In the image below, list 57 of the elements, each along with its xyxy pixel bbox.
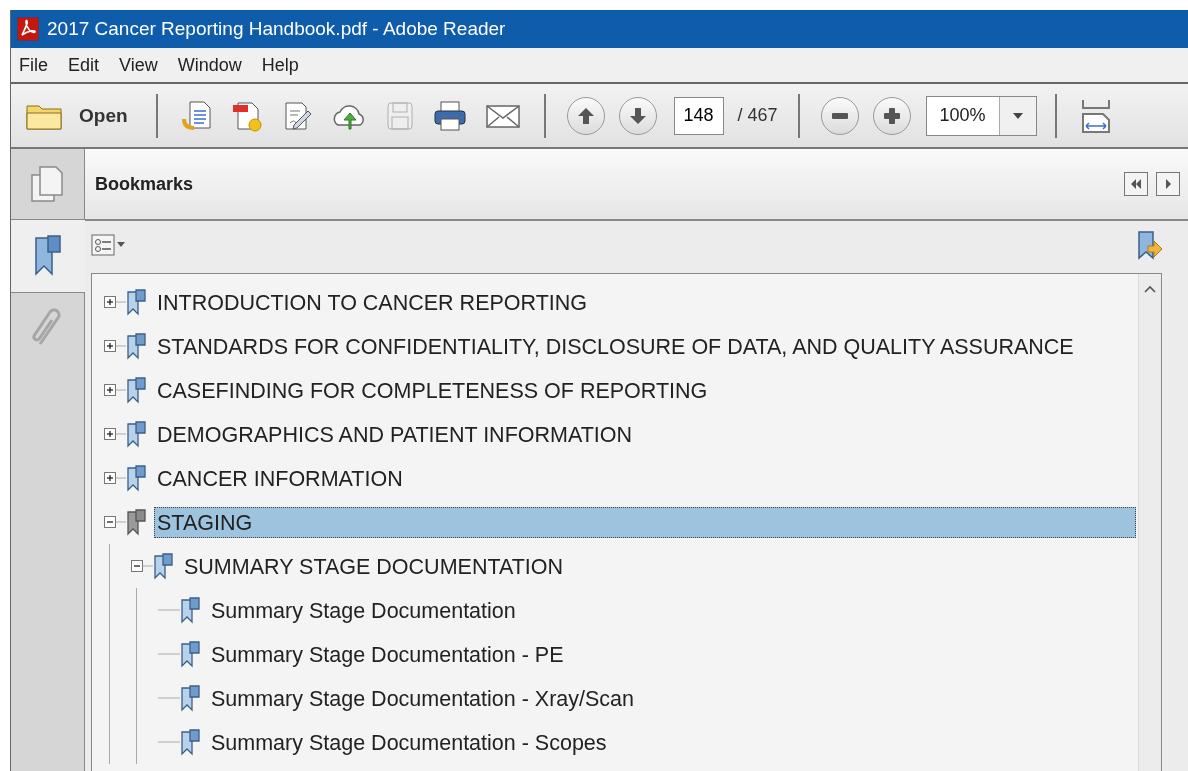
bookmark-arrow-button[interactable] [1136, 230, 1164, 260]
bookmark-item[interactable]: DEMOGRAPHICS AND PATIENT INFORMATION [154, 418, 638, 450]
expander-icon[interactable] [104, 471, 126, 485]
bookmark-icon [180, 728, 202, 756]
bookmark-icon [180, 684, 202, 712]
previous-page-button[interactable] [566, 96, 605, 135]
zoom-out-button[interactable] [820, 96, 859, 135]
bookmark-icon [126, 464, 148, 492]
caret-icon [1012, 112, 1023, 119]
bookmark-icon [180, 640, 202, 668]
bookmark-item[interactable]: CASEFINDING FOR COMPLETENESS OF REPORTING [154, 374, 713, 406]
bookmark-item[interactable]: Summary Stage Documentation [208, 594, 521, 626]
expander-icon[interactable] [131, 559, 153, 573]
bookmarks-tab[interactable] [11, 219, 85, 293]
bookmark-icon [153, 552, 175, 580]
bookmark-icon [126, 376, 148, 404]
expander-icon[interactable] [104, 339, 126, 353]
bookmark-icon [32, 234, 64, 278]
expander-icon[interactable] [104, 383, 126, 397]
double-left-arrow-icon [1130, 178, 1142, 190]
panel-title: Bookmarks [95, 173, 195, 195]
bookmark-icon [126, 508, 148, 536]
zoom-dropdown[interactable]: 100% [925, 95, 1037, 136]
expander-icon[interactable] [104, 427, 126, 441]
minus-icon [831, 112, 848, 119]
bookmark-item[interactable]: STAGING [154, 506, 1136, 538]
open-button[interactable]: Open [25, 100, 138, 131]
options-button[interactable] [91, 234, 127, 256]
page-number-field[interactable]: 148 [673, 96, 724, 135]
bookmark-icon [126, 288, 148, 316]
menu-item[interactable]: Help [261, 54, 299, 76]
menu-item[interactable]: View [119, 54, 158, 76]
collapse-panel-button[interactable] [1124, 172, 1148, 196]
window-title: 2017 Cancer Reporting Handbook.pdf - Adobe Reader [47, 18, 506, 40]
bookmark-icon [180, 596, 202, 624]
bookmark-item[interactable]: INTRODUCTION TO CANCER REPORTING [154, 286, 593, 318]
plus-icon [881, 105, 902, 126]
expander-icon[interactable] [104, 295, 126, 309]
zoom-in-button[interactable] [872, 96, 911, 135]
bookmark-item[interactable]: STANDARDS FOR CONFIDENTIALITY, DISCLOSURE OF DATA, AND QUALITY ASSURANCE [154, 330, 1079, 362]
next-page-button[interactable] [618, 96, 657, 135]
pdf-app-icon [17, 17, 39, 41]
bookmark-item[interactable]: Summary Stage Documentation - Xray/Scan [208, 682, 640, 714]
bookmark-item[interactable]: Summary Stage Documentation - PE [208, 638, 569, 670]
scrollbar[interactable] [1138, 274, 1161, 771]
bookmark-item[interactable]: Summary Stage Documentation - Scopes [208, 726, 612, 758]
bookmark-icon [126, 420, 148, 448]
bookmark-icon [126, 332, 148, 360]
bookmark-item[interactable]: CANCER INFORMATION [154, 462, 408, 494]
scroll-up-icon[interactable] [1143, 284, 1157, 294]
page-total: / 467 [737, 105, 778, 126]
menu-item[interactable]: Window [177, 54, 242, 76]
expander-icon[interactable] [104, 515, 126, 529]
menu-item[interactable]: File [19, 54, 48, 76]
menu-item[interactable]: Edit [68, 54, 100, 76]
bookmark-item[interactable]: SUMMARY STAGE DOCUMENTATION [181, 550, 569, 582]
expand-panel-button[interactable] [1156, 172, 1180, 196]
